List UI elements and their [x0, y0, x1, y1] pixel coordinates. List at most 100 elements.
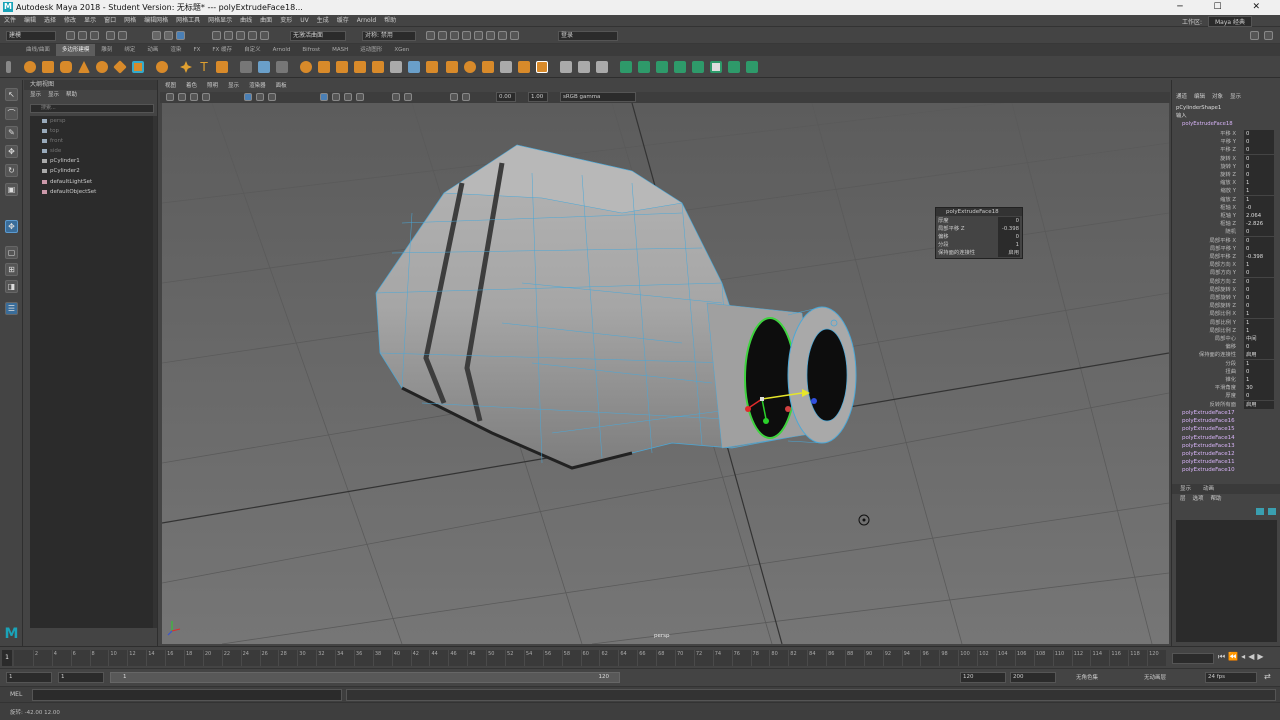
command-language-label[interactable]: MEL — [10, 691, 22, 698]
menu-select[interactable]: 选择 — [40, 15, 60, 27]
channel-value-field[interactable]: 1 — [1244, 179, 1274, 188]
channel-name[interactable]: 随机 — [1225, 228, 1236, 236]
lasso-tool-icon[interactable]: ⌒ — [5, 107, 18, 120]
outliner-item-front[interactable]: front — [42, 136, 63, 146]
ipr-render-icon[interactable] — [438, 31, 447, 40]
poly-sphere-icon[interactable] — [24, 61, 36, 73]
render-frame-icon[interactable] — [426, 31, 435, 40]
menu-set-dropdown[interactable]: 建模 — [6, 31, 56, 41]
channel-value-field[interactable]: 0 — [1244, 130, 1274, 138]
hypershade-icon[interactable] — [462, 31, 471, 40]
channel-name[interactable]: 枢轴 Z — [1220, 220, 1236, 228]
outliner-menu-display[interactable]: 显示 — [30, 92, 41, 98]
append-polygon-icon[interactable] — [500, 61, 512, 73]
active-input-node[interactable]: polyExtrudeFace18 — [1182, 120, 1233, 128]
channel-name[interactable]: 旋转 Z — [1220, 171, 1236, 179]
channel-value-field[interactable]: 1 — [1244, 310, 1274, 319]
channel-name[interactable]: 厚度 — [1225, 392, 1236, 400]
mirror-icon[interactable] — [354, 61, 366, 73]
history-node[interactable]: polyExtrudeFace12 — [1182, 451, 1235, 457]
menu-deform[interactable]: 变形 — [276, 15, 296, 27]
poly-torus-icon[interactable] — [96, 61, 108, 73]
outliner-item-pcylinder1[interactable]: pCylinder1 — [42, 156, 80, 166]
outliner-item-top[interactable]: top — [42, 126, 59, 136]
image-plane-icon[interactable] — [202, 93, 210, 101]
platonic-solid-icon[interactable] — [156, 61, 168, 73]
menu-surfaces[interactable]: 曲面 — [256, 15, 276, 27]
channel-value-field[interactable]: 0 — [1244, 146, 1274, 155]
channel-name[interactable]: 平滑角度 — [1215, 384, 1236, 392]
channel-name[interactable]: 平移 Z — [1220, 146, 1236, 154]
menu-mesh-display[interactable]: 网格显示 — [204, 15, 236, 27]
menu-edit[interactable]: 编辑 — [20, 15, 40, 27]
channel-value-field[interactable]: 1 — [1244, 261, 1274, 270]
outliner-item-default-object-set[interactable]: defaultObjectSet — [42, 187, 96, 197]
scale-tool-icon[interactable]: ▣ — [5, 183, 18, 196]
render-settings-icon[interactable] — [450, 31, 459, 40]
channel-value-field[interactable]: 1 — [1244, 187, 1274, 196]
range-slider-bar[interactable]: 1 120 — [110, 672, 620, 683]
channel-value-field[interactable]: 1 — [1244, 326, 1274, 335]
channel-box-menu-show[interactable]: 显示 — [1230, 94, 1241, 100]
svg-icon[interactable] — [216, 61, 228, 73]
channel-value-field[interactable]: 0 — [1244, 236, 1274, 245]
channel-name[interactable]: 枢轴 Y — [1220, 212, 1236, 220]
channel-value-field[interactable]: -2.826 — [1244, 220, 1274, 229]
poly-disc-icon[interactable] — [132, 61, 144, 73]
shelf-tab-arnold[interactable]: Arnold — [267, 44, 297, 56]
insert-edge-loop-icon[interactable] — [560, 61, 572, 73]
extrude-manipulator-icon[interactable]: ✥ — [5, 220, 18, 233]
channel-name[interactable]: 局部旋转 Z — [1209, 302, 1236, 310]
bridge-icon[interactable] — [464, 61, 476, 73]
layer-menu-help[interactable]: 帮助 — [1211, 496, 1222, 502]
menu-modify[interactable]: 修改 — [60, 15, 80, 27]
shelf-tab-rendering[interactable]: 渲染 — [164, 44, 187, 56]
channel-value-field[interactable]: 0 — [1244, 367, 1274, 376]
boolean-intersection-icon[interactable] — [336, 61, 348, 73]
channel-name[interactable]: 局部比例 Y — [1210, 319, 1236, 327]
history-node[interactable]: polyExtrudeFace11 — [1182, 459, 1235, 465]
channel-value-field[interactable]: 中间 — [1244, 335, 1274, 343]
menu-display[interactable]: 显示 — [80, 15, 100, 27]
step-back-key-icon[interactable]: ⏪ — [1228, 652, 1241, 661]
channel-value-field[interactable]: 2.064 — [1244, 212, 1274, 220]
redo-icon[interactable] — [118, 31, 127, 40]
channel-name[interactable]: 平移 Y — [1220, 138, 1236, 146]
spherical-mapping-icon[interactable] — [656, 61, 668, 73]
play-back-icon[interactable]: ◀ — [1248, 652, 1257, 661]
channel-value-field[interactable]: -0.398 — [1244, 253, 1274, 261]
channel-name[interactable]: 旋转 X — [1220, 155, 1236, 163]
poly-cylinder-icon[interactable] — [60, 61, 72, 73]
channel-name[interactable]: 缩放 X — [1220, 179, 1236, 187]
channel-value-field[interactable]: 0 — [1244, 269, 1274, 278]
channel-value-field[interactable]: 1 — [1244, 359, 1274, 368]
shelf-settings-icon[interactable] — [6, 61, 11, 73]
current-time-field[interactable] — [1172, 653, 1214, 664]
smooth-shade-icon[interactable] — [332, 93, 340, 101]
channel-value-field[interactable]: 0 — [1244, 343, 1274, 352]
channel-name[interactable]: 局部平移 X — [1209, 237, 1236, 245]
extrude-icon[interactable] — [446, 61, 458, 73]
play-forward-icon[interactable]: ▶ — [1257, 652, 1266, 661]
channel-value-field[interactable]: 0 — [1244, 138, 1274, 147]
end-time-field[interactable]: 200 — [1010, 672, 1056, 683]
start-time-field[interactable]: 1 — [6, 672, 52, 683]
boolean-union-icon[interactable] — [300, 61, 312, 73]
playback-end-field[interactable]: 120 — [960, 672, 1006, 683]
channel-name[interactable]: 缩放 Y — [1220, 187, 1236, 195]
arnold-ipr-icon[interactable] — [498, 31, 507, 40]
layer-tab-display[interactable]: 显示 — [1180, 486, 1191, 492]
make-live-icon[interactable] — [260, 31, 269, 40]
select-by-object-icon[interactable] — [164, 31, 173, 40]
poly-cone-icon[interactable] — [78, 61, 90, 73]
channel-value-field[interactable]: 0 — [1244, 244, 1274, 253]
playback-start-field[interactable]: 1 — [58, 672, 104, 683]
viewport-menu-shading[interactable]: 着色 — [181, 80, 202, 92]
channel-value-field[interactable]: 0 — [1244, 228, 1274, 237]
login-dropdown[interactable]: 登录 — [558, 31, 618, 41]
loop-icon[interactable]: ⇄ — [1264, 672, 1274, 682]
outliner-menu-help[interactable]: 帮助 — [66, 92, 77, 98]
channel-value-field[interactable]: 0 — [1244, 277, 1274, 286]
shadows-icon[interactable] — [392, 93, 400, 101]
channel-value-field[interactable]: 0 — [1244, 154, 1274, 163]
